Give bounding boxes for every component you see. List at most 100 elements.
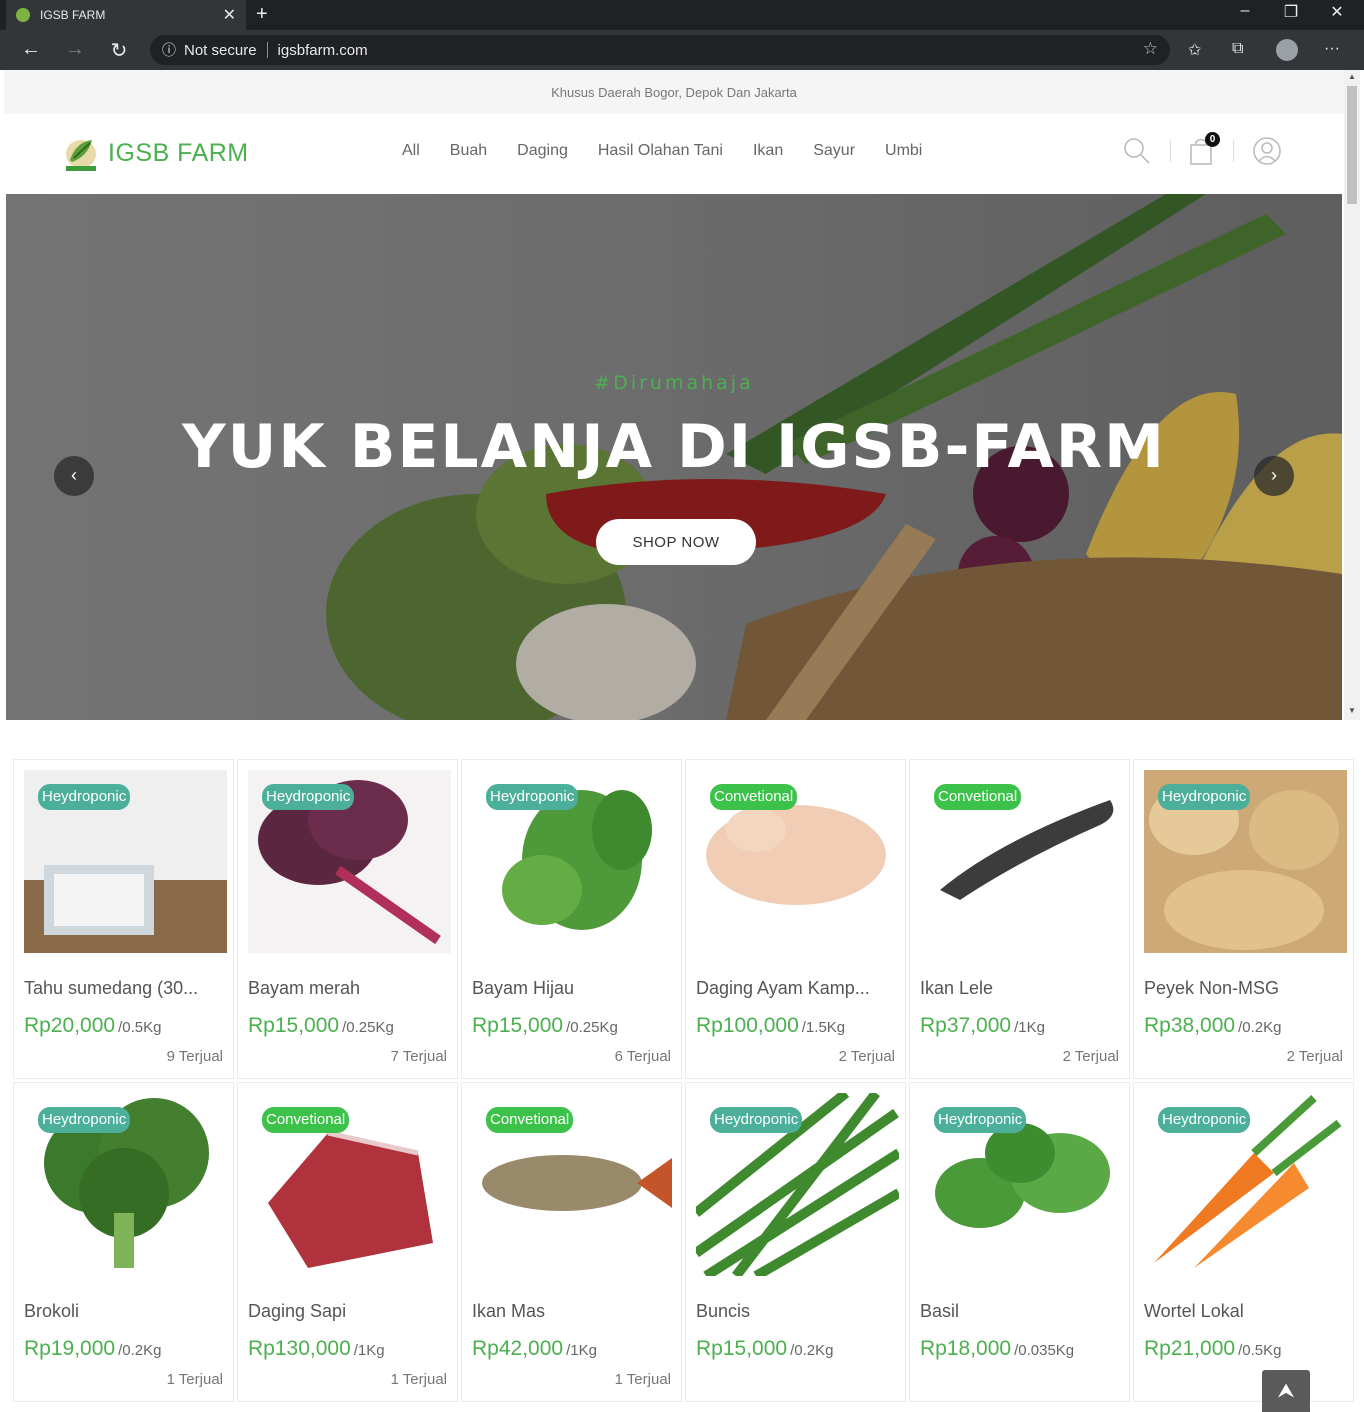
favorites-icon[interactable]: ✩ xyxy=(1188,40,1201,60)
product-price: Rp15,000 xyxy=(696,1337,788,1360)
menu-item-all[interactable]: All xyxy=(402,142,420,160)
menu-item-daging[interactable]: Daging xyxy=(517,142,568,160)
product-sold-count: 6 Terjual xyxy=(614,1048,671,1065)
product-card[interactable]: Heydroponic Basil Rp18,000/0.035Kg xyxy=(909,1082,1130,1402)
product-price-line: Rp19,000/0.2Kg xyxy=(24,1337,161,1361)
bookmark-star-icon[interactable]: ☆ xyxy=(1143,39,1158,59)
menu-item-buah[interactable]: Buah xyxy=(450,142,487,160)
product-name[interactable]: Brokoli xyxy=(24,1301,224,1322)
product-name[interactable]: Peyek Non-MSG xyxy=(1144,978,1344,999)
profile-avatar-icon[interactable] xyxy=(1276,39,1298,61)
product-name[interactable]: Bayam merah xyxy=(248,978,448,999)
back-arrow-icon[interactable]: ← xyxy=(18,38,44,61)
product-card[interactable]: Convetional Ikan Lele Rp37,000/1Kg 2 Terjua… xyxy=(909,759,1130,1079)
site-favicon-icon xyxy=(16,8,30,22)
product-sold-count: 1 Terjual xyxy=(166,1371,223,1388)
product-price-line: Rp15,000/0.2Kg xyxy=(696,1337,833,1361)
category-menu: All Buah Daging Hasil Olahan Tani Ikan S… xyxy=(402,142,922,160)
product-price: Rp21,000 xyxy=(1144,1337,1236,1360)
scroll-down-icon[interactable]: ▼ xyxy=(1348,706,1356,715)
new-tab-icon[interactable]: + xyxy=(256,3,268,26)
header-divider xyxy=(1170,140,1171,162)
product-unit: /0.5Kg xyxy=(118,1019,162,1036)
product-card[interactable]: Heydroponic Peyek Non-MSG Rp38,000/0.2Kg 2 … xyxy=(1133,759,1354,1079)
product-unit: /1.5Kg xyxy=(801,1019,846,1036)
product-type-badge: Heydroponic xyxy=(262,784,355,810)
product-card[interactable]: Heydroponic Wortel Lokal Rp21,000/0.5Kg xyxy=(1133,1082,1354,1402)
browser-toolbar: ← → ↻ ⓘ Not secure igsbfarm.com ☆ ✩ ⧉ ··… xyxy=(0,30,1364,70)
browser-tab[interactable]: IGSB FARM ✕ xyxy=(6,0,246,30)
product-card[interactable]: Heydroponic Buncis Rp15,000/0.2Kg xyxy=(685,1082,906,1402)
product-name[interactable]: Bayam Hijau xyxy=(472,978,672,999)
product-unit: /1Kg xyxy=(1014,1019,1045,1036)
carousel-prev-icon[interactable]: ‹ xyxy=(54,456,94,496)
back-to-top-button[interactable]: ⮝ xyxy=(1262,1370,1310,1412)
product-type-badge: Heydroponic xyxy=(38,1107,131,1133)
product-card[interactable]: Heydroponic Bayam Hijau Rp15,000/0.25Kg 6 T… xyxy=(461,759,682,1079)
cart-count-badge: 0 xyxy=(1205,132,1220,147)
header-actions: 0 xyxy=(1122,132,1282,166)
product-type-badge: Heydroponic xyxy=(1158,784,1251,810)
more-menu-icon[interactable]: ··· xyxy=(1324,40,1340,58)
product-card[interactable]: Convetional Daging Ayam Kamp... Rp100,000/… xyxy=(685,759,906,1079)
product-sold-count: 2 Terjual xyxy=(838,1048,895,1065)
shop-now-button[interactable]: SHOP NOW xyxy=(596,519,756,565)
page-scrollbar[interactable]: ▲ ▼ xyxy=(1344,70,1360,720)
product-unit: /0.2Kg xyxy=(790,1342,834,1359)
url-text[interactable]: igsbfarm.com xyxy=(278,42,368,59)
close-window-icon[interactable]: ✕ xyxy=(1322,2,1352,22)
brand-name: IGSB FARM xyxy=(108,138,249,167)
product-price: Rp37,000 xyxy=(920,1014,1012,1037)
product-sold-count: 2 Terjual xyxy=(1286,1048,1343,1065)
scroll-up-icon[interactable]: ▲ xyxy=(1348,72,1356,81)
product-name[interactable]: Ikan Mas xyxy=(472,1301,672,1322)
product-type-badge: Heydroponic xyxy=(1158,1107,1251,1133)
product-name[interactable]: Basil xyxy=(920,1301,1120,1322)
carousel-next-icon[interactable]: › xyxy=(1254,456,1294,496)
product-grid: Heydroponic Tahu sumedang (30... Rp20,000/… xyxy=(13,759,1359,1402)
product-price-line: Rp15,000/0.25Kg xyxy=(472,1014,618,1038)
menu-item-umbi[interactable]: Umbi xyxy=(885,142,922,160)
product-price: Rp15,000 xyxy=(472,1014,564,1037)
hero-hashtag: #Dirumahaja xyxy=(594,372,754,394)
product-sold-count: 1 Terjual xyxy=(614,1371,671,1388)
product-card[interactable]: Heydroponic Brokoli Rp19,000/0.2Kg 1 Terjua… xyxy=(13,1082,234,1402)
menu-item-hasil-olahan-tani[interactable]: Hasil Olahan Tani xyxy=(598,142,723,160)
product-price: Rp18,000 xyxy=(920,1337,1012,1360)
product-card[interactable]: Convetional Ikan Mas Rp42,000/1Kg 1 Terjual xyxy=(461,1082,682,1402)
menu-item-ikan[interactable]: Ikan xyxy=(753,142,783,160)
product-name[interactable]: Tahu sumedang (30... xyxy=(24,978,224,999)
cart-button[interactable]: 0 xyxy=(1189,132,1220,166)
product-price: Rp19,000 xyxy=(24,1337,116,1360)
site-header: IGSB FARM All Buah Daging Hasil Olahan T… xyxy=(4,114,1344,194)
user-account-icon[interactable] xyxy=(1252,136,1282,166)
collections-icon[interactable]: ⧉ xyxy=(1232,40,1243,58)
menu-item-sayur[interactable]: Sayur xyxy=(813,142,855,160)
security-label: Not secure xyxy=(184,41,257,59)
site-logo[interactable]: IGSB FARM xyxy=(62,134,249,172)
product-type-badge: Convetional xyxy=(934,784,1022,810)
product-card[interactable]: Heydroponic Bayam merah Rp15,000/0.25Kg 7 T… xyxy=(237,759,458,1079)
scrollbar-thumb[interactable] xyxy=(1347,86,1357,204)
product-price-line: Rp42,000/1Kg xyxy=(472,1337,597,1361)
product-card[interactable]: Convetional Daging Sapi Rp130,000/1Kg 1 Ter… xyxy=(237,1082,458,1402)
search-icon[interactable] xyxy=(1122,136,1152,166)
product-type-badge: Convetional xyxy=(710,784,798,810)
reload-icon[interactable]: ↻ xyxy=(106,38,132,63)
restore-icon[interactable]: ❐ xyxy=(1276,2,1306,22)
product-name[interactable]: Ikan Lele xyxy=(920,978,1120,999)
minimize-icon[interactable]: – xyxy=(1230,2,1260,20)
product-name[interactable]: Daging Sapi xyxy=(248,1301,448,1322)
product-name[interactable]: Daging Ayam Kamp... xyxy=(696,978,896,999)
product-name[interactable]: Buncis xyxy=(696,1301,896,1322)
info-icon[interactable]: ⓘ xyxy=(162,40,176,60)
address-bar[interactable]: ⓘ Not secure igsbfarm.com ☆ xyxy=(150,35,1170,65)
close-tab-icon[interactable]: ✕ xyxy=(223,5,236,25)
product-card[interactable]: Heydroponic Tahu sumedang (30... Rp20,000/… xyxy=(13,759,234,1079)
forward-arrow-icon[interactable]: → xyxy=(62,38,88,61)
product-name[interactable]: Wortel Lokal xyxy=(1144,1301,1344,1322)
browser-tab-strip: IGSB FARM ✕ + – ❐ ✕ xyxy=(0,0,1364,30)
product-price-line: Rp130,000/1Kg xyxy=(248,1337,385,1361)
product-type-badge: Convetional xyxy=(486,1107,574,1133)
product-price: Rp38,000 xyxy=(1144,1014,1236,1037)
